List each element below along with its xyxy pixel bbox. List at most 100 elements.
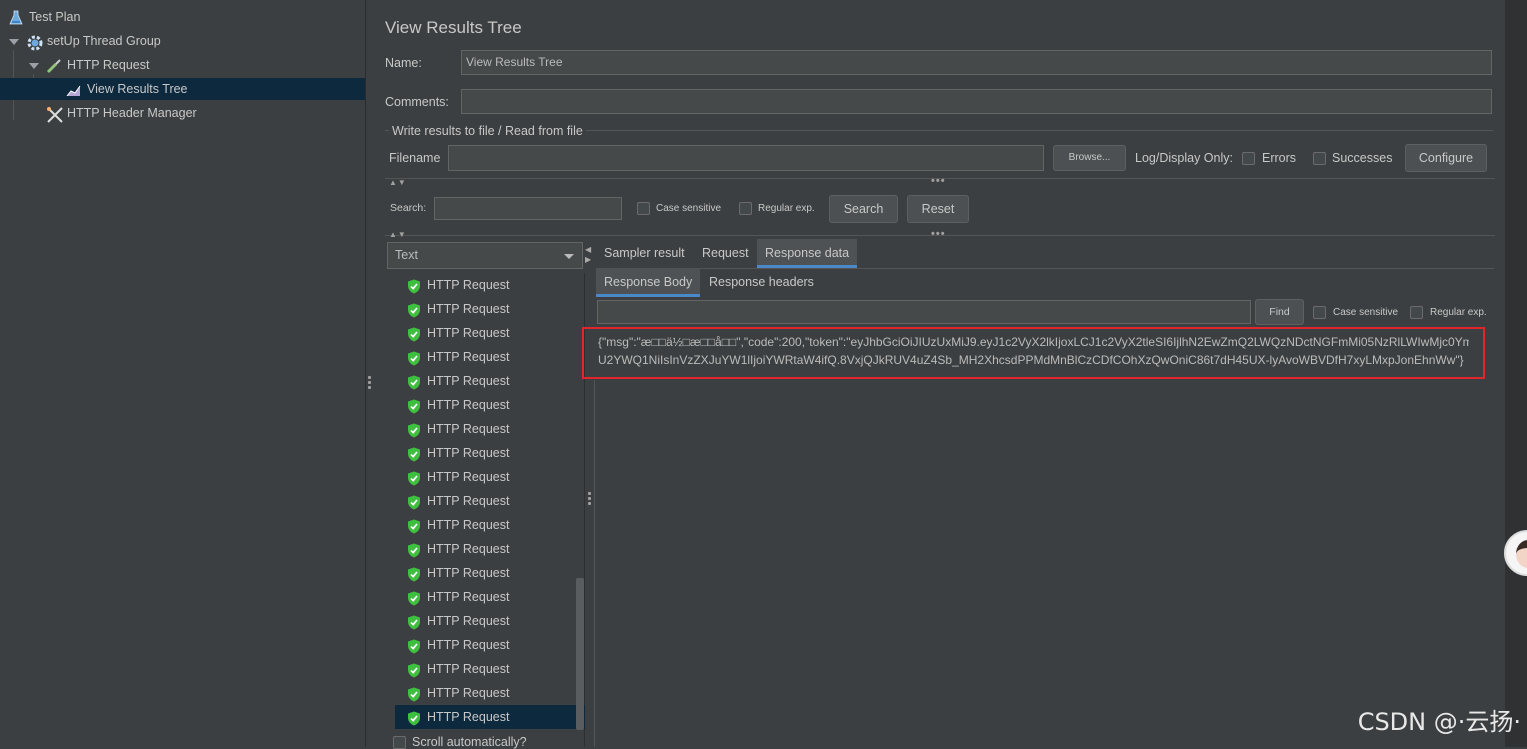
list-item[interactable]: HTTP Request (407, 537, 509, 561)
tab-sampler-result[interactable]: Sampler result (596, 239, 693, 268)
results-list: HTTP Request HTTP Request HTTP Request HTTP… (385, 273, 585, 747)
reset-button[interactable]: Reset (907, 195, 969, 223)
success-shield-icon (407, 638, 421, 654)
list-item[interactable]: HTTP Request (407, 465, 509, 489)
name-label: Name: (385, 56, 422, 70)
collapse-arrow-icon[interactable] (29, 63, 39, 69)
comments-field[interactable] (461, 89, 1492, 114)
comments-label: Comments: (385, 95, 449, 109)
list-item[interactable]: HTTP Request (407, 585, 509, 609)
splitter-handle[interactable]: ••• (931, 228, 946, 240)
tab-response-headers[interactable]: Response headers (701, 268, 822, 297)
list-item-label: HTTP Request (427, 326, 510, 340)
success-shield-icon (407, 710, 421, 726)
gear-icon (26, 34, 44, 51)
list-item[interactable]: HTTP Request (407, 417, 509, 441)
list-item[interactable]: HTTP Request (395, 705, 585, 729)
list-item[interactable]: HTTP Request (407, 657, 509, 681)
list-item-label: HTTP Request (427, 446, 510, 460)
tree-item-http-header-manager[interactable]: HTTP Header Manager (46, 102, 197, 124)
search-button[interactable]: Search (829, 195, 898, 223)
tab-response-body[interactable]: Response Body (596, 268, 701, 297)
list-item-label: HTTP Request (427, 662, 510, 676)
tree-item-setup-thread-group[interactable]: setUp Thread Group (26, 30, 161, 52)
list-item-label: HTTP Request (427, 422, 510, 436)
success-shield-icon (407, 350, 421, 366)
response-line: {"msg":"æ□□ä½□æ□□å□□","code":200,"token"… (598, 335, 1469, 349)
regex-checkbox[interactable] (739, 202, 752, 215)
successes-label: Successes (1332, 151, 1393, 165)
collapse-arrow-icon[interactable] (9, 39, 19, 45)
filename-label: Filename (389, 151, 441, 165)
list-item[interactable]: HTTP Request (407, 489, 509, 513)
list-item[interactable]: HTTP Request (407, 633, 509, 657)
success-shield-icon (407, 398, 421, 414)
success-shield-icon (407, 374, 421, 390)
tree-item-view-results-tree[interactable]: View Results Tree (0, 78, 365, 100)
list-item-label: HTTP Request (427, 710, 510, 724)
flask-icon (8, 10, 26, 26)
list-item[interactable]: HTTP Request (407, 345, 509, 369)
list-item-label: HTTP Request (427, 350, 510, 364)
list-item[interactable]: HTTP Request (407, 369, 509, 393)
list-item-label: HTTP Request (427, 518, 510, 532)
list-item[interactable]: HTTP Request (407, 393, 509, 417)
list-item[interactable]: HTTP Request (407, 513, 509, 537)
success-shield-icon (407, 662, 421, 678)
response-body-text[interactable]: {"msg":"æ□□ä½□æ□□å□□","code":200,"token"… (582, 327, 1485, 379)
list-item[interactable]: HTTP Request (407, 609, 509, 633)
case-sensitive-label: Case sensitive (656, 203, 722, 214)
tree-item-http-request[interactable]: HTTP Request (46, 54, 149, 76)
list-item-label: HTTP Request (427, 614, 510, 628)
successes-checkbox[interactable] (1313, 152, 1326, 165)
list-item[interactable]: HTTP Request (407, 273, 509, 297)
success-shield-icon (407, 590, 421, 606)
list-item-label: HTTP Request (427, 494, 510, 508)
list-item[interactable]: HTTP Request (407, 441, 509, 465)
splitter-handle[interactable]: ••• (931, 175, 946, 187)
renderer-select[interactable]: Text (387, 242, 583, 269)
list-item-label: HTTP Request (427, 470, 510, 484)
find-case-sensitive-checkbox[interactable] (1313, 306, 1326, 319)
list-item-label: HTTP Request (427, 302, 510, 316)
split-arrows-icon[interactable]: ◀ ▶ (585, 245, 591, 265)
list-item[interactable]: HTTP Request (407, 681, 509, 705)
list-item[interactable]: HTTP Request (407, 561, 509, 585)
find-input[interactable] (597, 300, 1251, 324)
success-shield-icon (407, 566, 421, 582)
test-plan-tree: Test Plan setUp Thread Group HTTP Reques… (0, 0, 366, 747)
tree-item-test-plan[interactable]: Test Plan (8, 6, 80, 28)
collapse-arrows-icon[interactable]: ▲▼ (389, 178, 407, 187)
chart-icon (66, 82, 84, 98)
success-shield-icon (407, 614, 421, 630)
find-case-sensitive-label: Case sensitive (1333, 307, 1399, 318)
success-shield-icon (407, 686, 421, 702)
browse-button[interactable]: Browse... (1053, 145, 1126, 171)
success-shield-icon (407, 278, 421, 294)
success-shield-icon (407, 542, 421, 558)
configure-button[interactable]: Configure (1405, 144, 1487, 172)
results-scrollbar[interactable] (576, 578, 584, 730)
search-input[interactable] (434, 197, 622, 220)
splitter-handle[interactable] (368, 376, 371, 391)
find-regex-label: Regular exp. (1430, 307, 1487, 318)
find-button[interactable]: Find (1255, 299, 1304, 325)
errors-checkbox[interactable] (1242, 152, 1255, 165)
filename-field[interactable] (448, 145, 1044, 171)
list-item[interactable]: HTTP Request (407, 297, 509, 321)
list-item-label: HTTP Request (427, 398, 510, 412)
success-shield-icon (407, 302, 421, 318)
chevron-down-icon (564, 254, 574, 259)
scroll-automatically-checkbox[interactable] (393, 736, 406, 749)
list-item[interactable]: HTTP Request (407, 321, 509, 345)
splitter-handle[interactable] (588, 492, 591, 507)
case-sensitive-checkbox[interactable] (637, 202, 650, 215)
tab-response-data[interactable]: Response data (757, 239, 858, 268)
name-field[interactable]: View Results Tree (461, 50, 1492, 75)
tab-request[interactable]: Request (694, 239, 757, 268)
success-shield-icon (407, 494, 421, 510)
collapse-arrows-icon[interactable]: ▲▼ (389, 230, 407, 239)
list-item-label: HTTP Request (427, 542, 510, 556)
watermark: CSDN @·云扬· (1357, 708, 1521, 736)
find-regex-checkbox[interactable] (1410, 306, 1423, 319)
